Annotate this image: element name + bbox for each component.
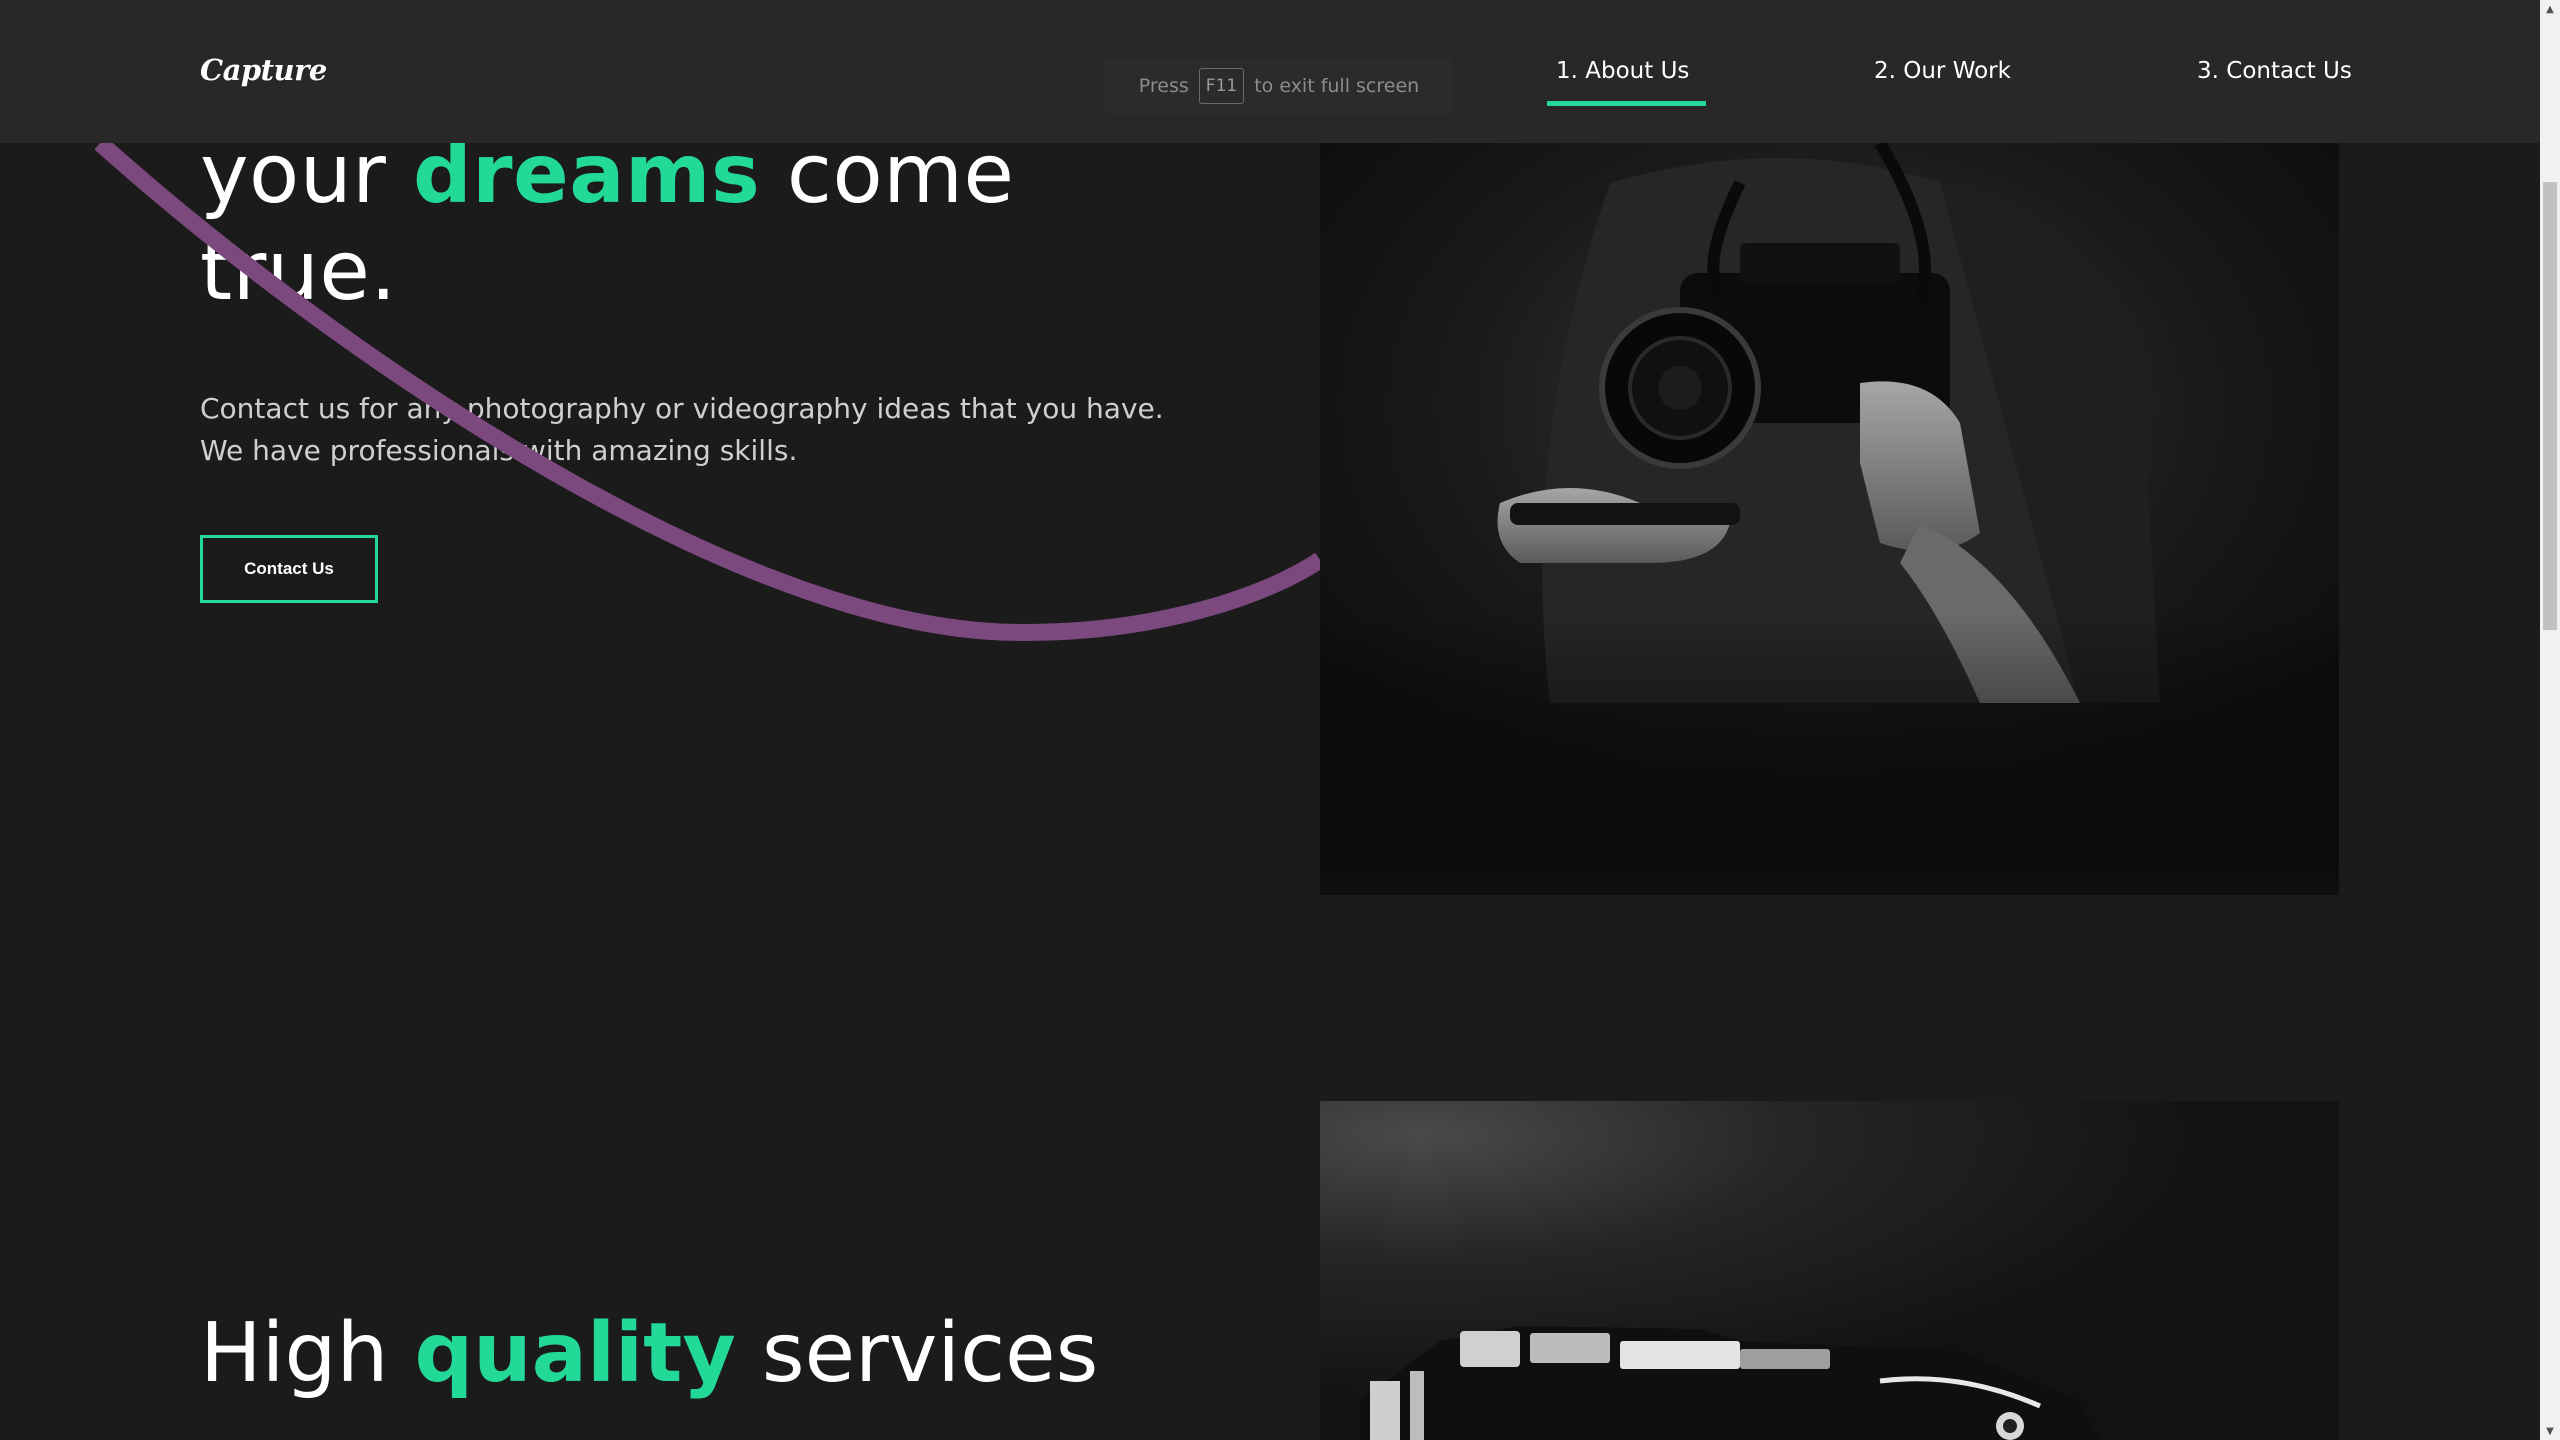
active-nav-underline xyxy=(1547,101,1706,106)
fullscreen-hint-key: F11 xyxy=(1198,68,1245,104)
hero-description: Contact us for any photography or videog… xyxy=(200,392,1164,467)
nav-link-about-us[interactable]: 1. About Us xyxy=(1556,58,1689,84)
contact-us-button[interactable]: Contact Us xyxy=(200,535,378,603)
vertical-scrollbar[interactable]: ▲ ▼ xyxy=(2540,0,2560,1440)
nav-link-contact-us[interactable]: 3. Contact Us xyxy=(2197,58,2352,84)
services-camera-image xyxy=(1320,1101,2339,1440)
scrollbar-thumb[interactable] xyxy=(2543,182,2557,630)
camera-rig-illustration xyxy=(1320,1101,2339,1440)
fullscreen-hint-suffix: to exit full screen xyxy=(1254,75,1420,97)
services-title-end: services xyxy=(735,1306,1099,1401)
navbar: Capture Press F11 to exit full screen 1.… xyxy=(0,0,2540,143)
services-title: High quality services xyxy=(200,1305,1098,1402)
services-title-accent: quality xyxy=(414,1306,736,1401)
photographer-illustration xyxy=(1320,143,2339,895)
page: Capture Press F11 to exit full screen 1.… xyxy=(0,0,2560,1440)
services-title-start: High xyxy=(200,1306,415,1401)
fullscreen-hint-prefix: Press xyxy=(1138,75,1189,97)
scroll-up-arrow-icon[interactable]: ▲ xyxy=(2540,0,2560,18)
hero-photographer-image xyxy=(1320,143,2339,895)
logo[interactable]: Capture xyxy=(200,53,327,87)
hero-title-line2: true. xyxy=(200,224,397,319)
hero-title: your dreams come true. xyxy=(200,126,1014,320)
fullscreen-hint: Press F11 to exit full screen xyxy=(1104,58,1454,114)
scroll-down-arrow-icon[interactable]: ▼ xyxy=(2540,1422,2560,1440)
nav-link-our-work[interactable]: 2. Our Work xyxy=(1874,58,2011,84)
